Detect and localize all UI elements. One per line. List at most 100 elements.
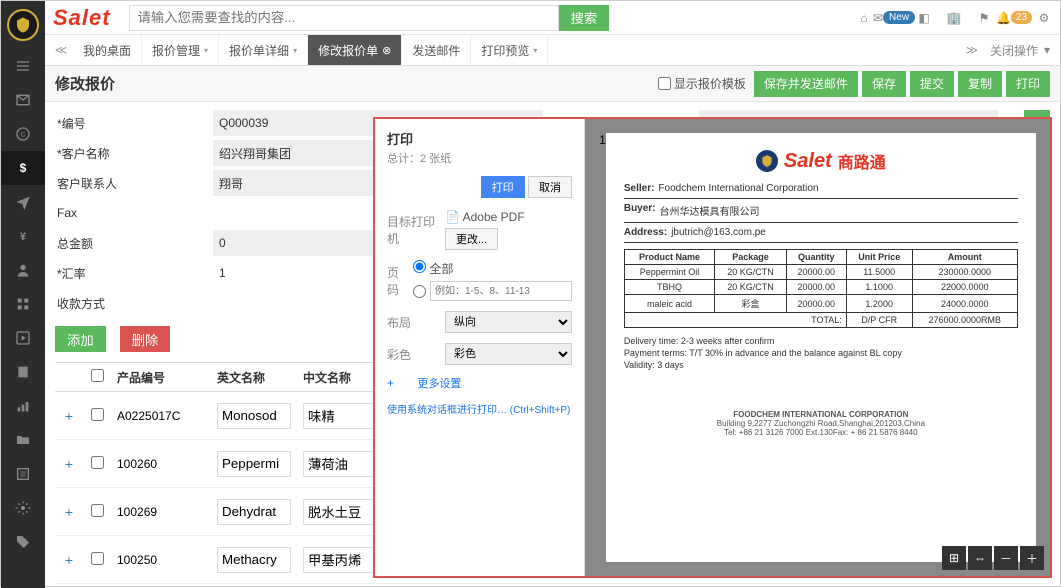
- rail-book-icon[interactable]: [1, 355, 45, 389]
- row-checkbox[interactable]: [91, 552, 104, 565]
- rail-folder-icon[interactable]: [1, 423, 45, 457]
- copy-button[interactable]: 复制: [958, 71, 1002, 97]
- expand-icon[interactable]: +: [55, 456, 83, 472]
- tab-send-mail[interactable]: 发送邮件: [402, 35, 471, 65]
- topbar: Salet 搜索 ⌂ ✉New ◧ 🏢 ⚑ 🔔23 ⚙: [45, 1, 1060, 35]
- chevron-down-icon: ▾: [293, 46, 297, 55]
- zoom-in-icon[interactable]: ＋: [1020, 546, 1044, 570]
- building-icon[interactable]: 🏢: [946, 10, 962, 26]
- page-title: 修改报价: [55, 73, 115, 94]
- fit-width-icon[interactable]: ⇔: [968, 546, 992, 570]
- cn-name-input[interactable]: [303, 403, 377, 429]
- payment-label: 收款方式: [55, 295, 205, 312]
- expand-icon[interactable]: +: [55, 408, 83, 424]
- rail-yen-icon[interactable]: ¥: [1, 219, 45, 253]
- expand-icon[interactable]: +: [55, 552, 83, 568]
- bell-icon[interactable]: 🔔23: [1006, 10, 1022, 26]
- row-checkbox[interactable]: [91, 408, 104, 421]
- print-button[interactable]: 打印: [1006, 71, 1050, 97]
- tabs-next-icon[interactable]: ≫: [960, 37, 984, 63]
- pages-range-radio[interactable]: [413, 281, 572, 301]
- more-settings-link[interactable]: 更多设置: [417, 375, 461, 391]
- mail-icon[interactable]: ✉New: [886, 10, 902, 26]
- cn-name-input[interactable]: [303, 499, 377, 525]
- contact-label: 客户联系人: [55, 175, 205, 192]
- rail-dollar-icon[interactable]: $: [1, 151, 45, 185]
- save-button[interactable]: 保存: [862, 71, 906, 97]
- tab-edit-quote[interactable]: 修改报价单⊗: [308, 35, 402, 65]
- svg-text:$: $: [20, 161, 27, 175]
- close-icon[interactable]: ⊗: [382, 44, 391, 57]
- cn-name-input[interactable]: [303, 547, 377, 573]
- system-print-link[interactable]: 使用系统对话框进行打印… (Ctrl+Shift+P): [387, 401, 572, 416]
- rail-grid-icon[interactable]: [1, 287, 45, 321]
- expand-icon[interactable]: +: [55, 504, 83, 520]
- show-template-checkbox[interactable]: 显示报价模板: [658, 75, 746, 92]
- delete-button[interactable]: 删除: [120, 326, 171, 352]
- rss-icon[interactable]: ⚑: [976, 10, 992, 26]
- cube-icon[interactable]: ◧: [916, 10, 932, 26]
- rail-gear-icon[interactable]: [1, 491, 45, 525]
- rail-user-icon[interactable]: [1, 253, 45, 287]
- tabs-prev-icon[interactable]: ≪: [49, 37, 73, 63]
- col-code: 产品编号: [111, 369, 211, 386]
- rail-chart-icon[interactable]: [1, 389, 45, 423]
- rail-mail-icon[interactable]: [1, 83, 45, 117]
- chevron-down-icon: ▾: [204, 46, 208, 55]
- tab-print-preview[interactable]: 打印预览▾: [471, 35, 548, 65]
- color-select[interactable]: 彩色: [445, 343, 572, 365]
- chevron-down-icon: ▾: [1044, 43, 1050, 57]
- tabbar: ≪ 我的桌面 报价管理▾ 报价单详细▾ 修改报价单⊗ 发送邮件 打印预览▾ ≫ …: [45, 35, 1060, 66]
- print-dialog: 打印 总计：2 张纸 打印 取消 目标打印机 📄 Adobe PDF更改... …: [373, 117, 1052, 578]
- color-label: 彩色: [387, 346, 435, 363]
- brand-logo: Salet: [53, 5, 111, 31]
- en-name-input[interactable]: [217, 403, 291, 429]
- zoom-out-icon[interactable]: －: [994, 546, 1018, 570]
- layout-select[interactable]: 纵向: [445, 311, 572, 333]
- en-name-input[interactable]: [217, 451, 291, 477]
- row-checkbox[interactable]: [91, 504, 104, 517]
- tab-quote-mgmt[interactable]: 报价管理▾: [142, 35, 219, 65]
- rate-label: *汇率: [55, 265, 205, 282]
- change-printer-button[interactable]: 更改...: [445, 228, 498, 250]
- print-title: 打印: [387, 129, 572, 148]
- pdf-icon: 📄: [445, 210, 460, 224]
- print-cancel-button[interactable]: 取消: [528, 176, 572, 198]
- print-preview: 1 Salet 商路通 Seller:Foodchem Internationa…: [585, 119, 1050, 576]
- chevron-down-icon: ▾: [533, 46, 537, 55]
- select-all-checkbox[interactable]: [91, 369, 104, 382]
- rail-copyright-icon[interactable]: C: [1, 117, 45, 151]
- fax-label: Fax: [55, 206, 205, 220]
- close-ops-button[interactable]: 关闭操作: [990, 42, 1038, 59]
- en-name-input[interactable]: [217, 499, 291, 525]
- fit-page-icon[interactable]: ⊞: [942, 546, 966, 570]
- print-total: 总计：2 张纸: [387, 150, 572, 166]
- add-button[interactable]: 添加: [55, 326, 106, 352]
- rail-plane-icon[interactable]: [1, 185, 45, 219]
- save-send-button[interactable]: 保存并发送邮件: [754, 71, 858, 97]
- print-confirm-button[interactable]: 打印: [481, 176, 525, 198]
- pages-all-radio[interactable]: 全部: [413, 262, 453, 276]
- app-logo: [7, 9, 39, 41]
- home-icon[interactable]: ⌂: [856, 10, 872, 26]
- rail-menu-icon[interactable]: [1, 49, 45, 83]
- tab-quote-detail[interactable]: 报价单详细▾: [219, 35, 308, 65]
- row-checkbox[interactable]: [91, 456, 104, 469]
- layout-label: 布局: [387, 314, 435, 331]
- en-name-input[interactable]: [217, 547, 291, 573]
- page-header: 修改报价 显示报价模板 保存并发送邮件 保存 提交 复制 打印: [45, 66, 1060, 102]
- customer-label: *客户名称: [55, 145, 205, 162]
- gear-icon[interactable]: ⚙: [1036, 10, 1052, 26]
- left-rail: C $ ¥: [1, 1, 45, 588]
- svg-text:C: C: [21, 132, 26, 139]
- tab-desktop[interactable]: 我的桌面: [73, 35, 142, 65]
- search-input[interactable]: [129, 5, 559, 31]
- printer-label: 目标打印机: [387, 213, 435, 247]
- rail-play-icon[interactable]: [1, 321, 45, 355]
- rail-list-icon[interactable]: [1, 457, 45, 491]
- submit-button[interactable]: 提交: [910, 71, 954, 97]
- cn-name-input[interactable]: [303, 451, 377, 477]
- rail-tag-icon[interactable]: [1, 525, 45, 559]
- search-button[interactable]: 搜索: [559, 5, 610, 31]
- col-en: 英文名称: [211, 369, 297, 386]
